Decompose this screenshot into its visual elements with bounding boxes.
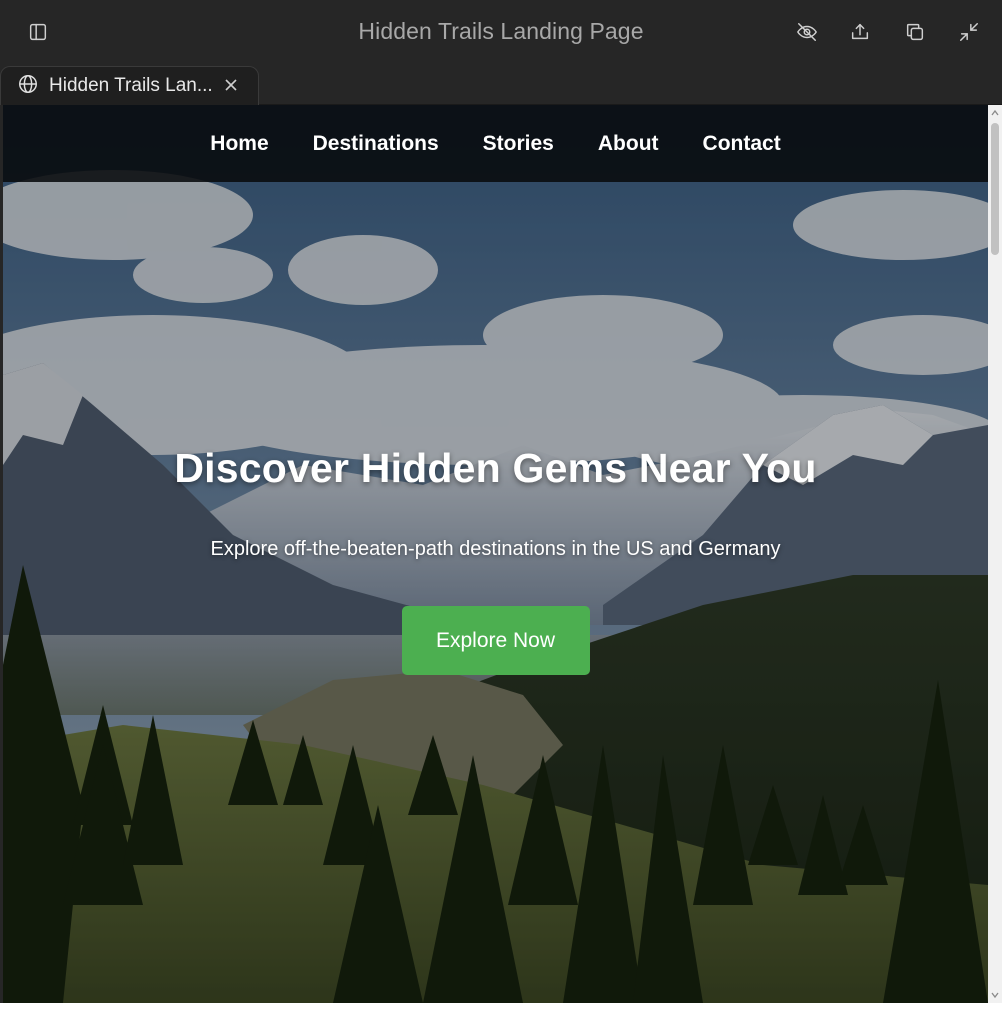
page-scrollbar[interactable] [988, 105, 1002, 1003]
nav-home[interactable]: Home [188, 132, 290, 156]
minimize-icon[interactable] [957, 20, 981, 44]
copy-icon[interactable] [903, 20, 927, 44]
tab-strip: Hidden Trails Lan... [0, 66, 1002, 105]
nav-about[interactable]: About [576, 132, 681, 156]
explore-now-button[interactable]: Explore Now [401, 606, 590, 675]
share-icon[interactable] [848, 20, 872, 44]
hero-section: Home Destinations Stories About Contact … [3, 105, 988, 1003]
page-below-fold [0, 1003, 1002, 1024]
nav-destinations[interactable]: Destinations [291, 132, 461, 156]
window-titlebar: Hidden Trails Landing Page [0, 0, 1002, 66]
page-viewport: Home Destinations Stories About Contact … [3, 105, 988, 1003]
tab-label: Hidden Trails Lan... [49, 75, 213, 96]
browser-tab[interactable]: Hidden Trails Lan... [0, 66, 259, 105]
eye-off-icon[interactable] [795, 20, 819, 44]
hero-title: Discover Hidden Gems Near You [174, 445, 817, 491]
main-navbar: Home Destinations Stories About Contact [3, 105, 988, 182]
scroll-up-icon[interactable] [991, 109, 999, 117]
scrollbar-thumb[interactable] [991, 123, 999, 255]
nav-contact[interactable]: Contact [681, 132, 803, 156]
hero-content: Discover Hidden Gems Near You Explore of… [3, 445, 988, 675]
hero-subtitle: Explore off-the-beaten-path destinations… [210, 538, 781, 560]
nav-stories[interactable]: Stories [461, 132, 576, 156]
close-icon[interactable] [222, 76, 240, 94]
scroll-down-icon[interactable] [991, 991, 999, 999]
globe-icon [17, 73, 39, 100]
